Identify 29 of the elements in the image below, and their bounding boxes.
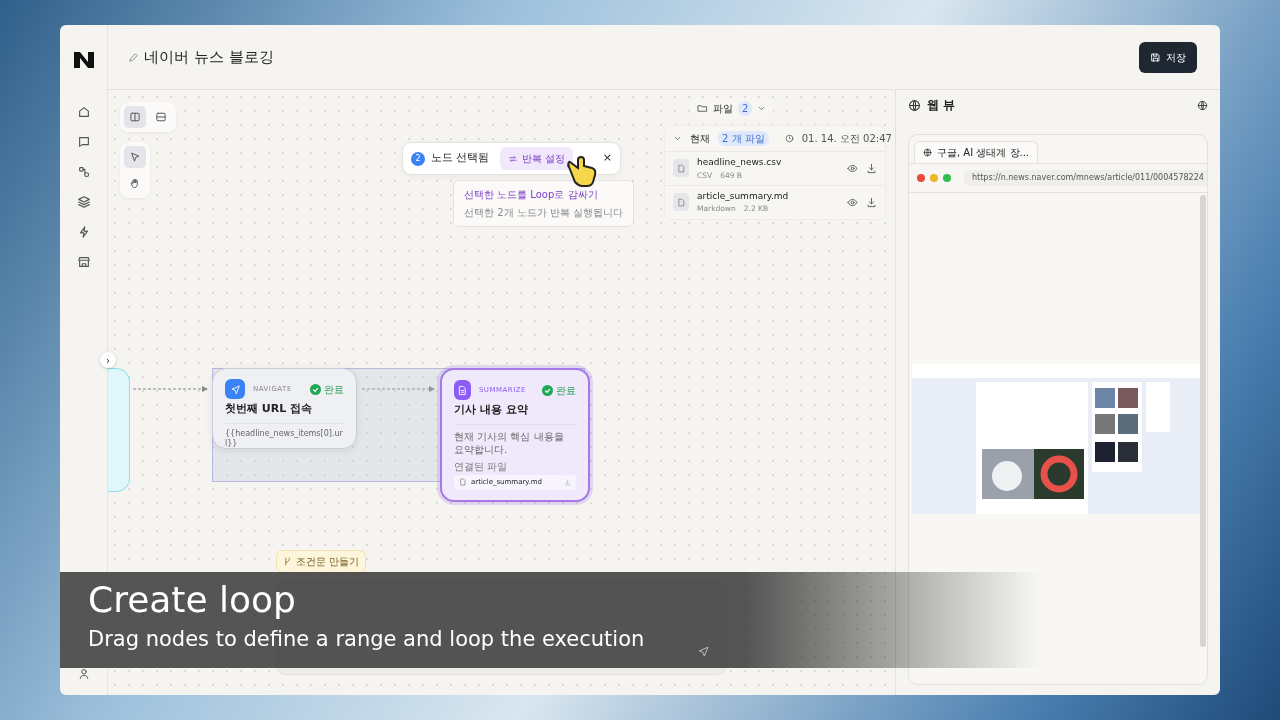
- panel-title: 웹 뷰: [927, 97, 956, 114]
- caption-title: Create loop: [88, 580, 296, 620]
- file-count: 2: [738, 101, 753, 116]
- expand-button[interactable]: ›: [100, 352, 116, 368]
- document-title[interactable]: 네이버 뉴스 블로깅: [144, 45, 274, 69]
- file-name[interactable]: article_summary.md: [697, 189, 839, 204]
- save-button[interactable]: 저장: [1139, 41, 1197, 73]
- node-title: 첫번째 URL 접속: [225, 401, 344, 424]
- count-badge: 2: [411, 151, 425, 166]
- close-button[interactable]: ×: [602, 150, 612, 167]
- node-title: 기사 내용 요약: [454, 402, 576, 425]
- loop-button[interactable]: 반복 설정: [499, 147, 573, 170]
- tooltip-title: 선택한 노드를 Loop로 감싸기: [464, 188, 599, 202]
- file-count-badge: 2 개 파일: [718, 131, 769, 146]
- status-label: 완료: [324, 382, 344, 397]
- create-condition-button[interactable]: 조건문 만들기: [276, 550, 367, 573]
- address-bar[interactable]: https://n.news.naver.com/mnews/article/011/0004578224: [964, 170, 1207, 186]
- files-label: 파일: [713, 102, 733, 116]
- browser-tab[interactable]: 구글, AI 생태계 장...: [914, 141, 1039, 163]
- selection-label: 노드 선택됨: [431, 150, 490, 167]
- timestamp: 01. 14. 오전 02:47: [801, 132, 892, 146]
- status-label: 완료: [556, 383, 576, 398]
- caption-subtitle: Drag nodes to define a range and loop the execution: [88, 625, 645, 653]
- node-description: {{headline_news_items[0].url}}: [225, 428, 344, 450]
- group-label: 현재: [690, 132, 710, 146]
- tooltip-text: 선택한 2개 노드가 반복 실행됩니다: [464, 206, 624, 220]
- file-name[interactable]: headline_news.csv: [697, 156, 839, 170]
- linked-files-label: 연결된 파일: [454, 459, 508, 474]
- node-description: 현재 기사의 핵심 내용을 요약합니다.: [454, 429, 565, 456]
